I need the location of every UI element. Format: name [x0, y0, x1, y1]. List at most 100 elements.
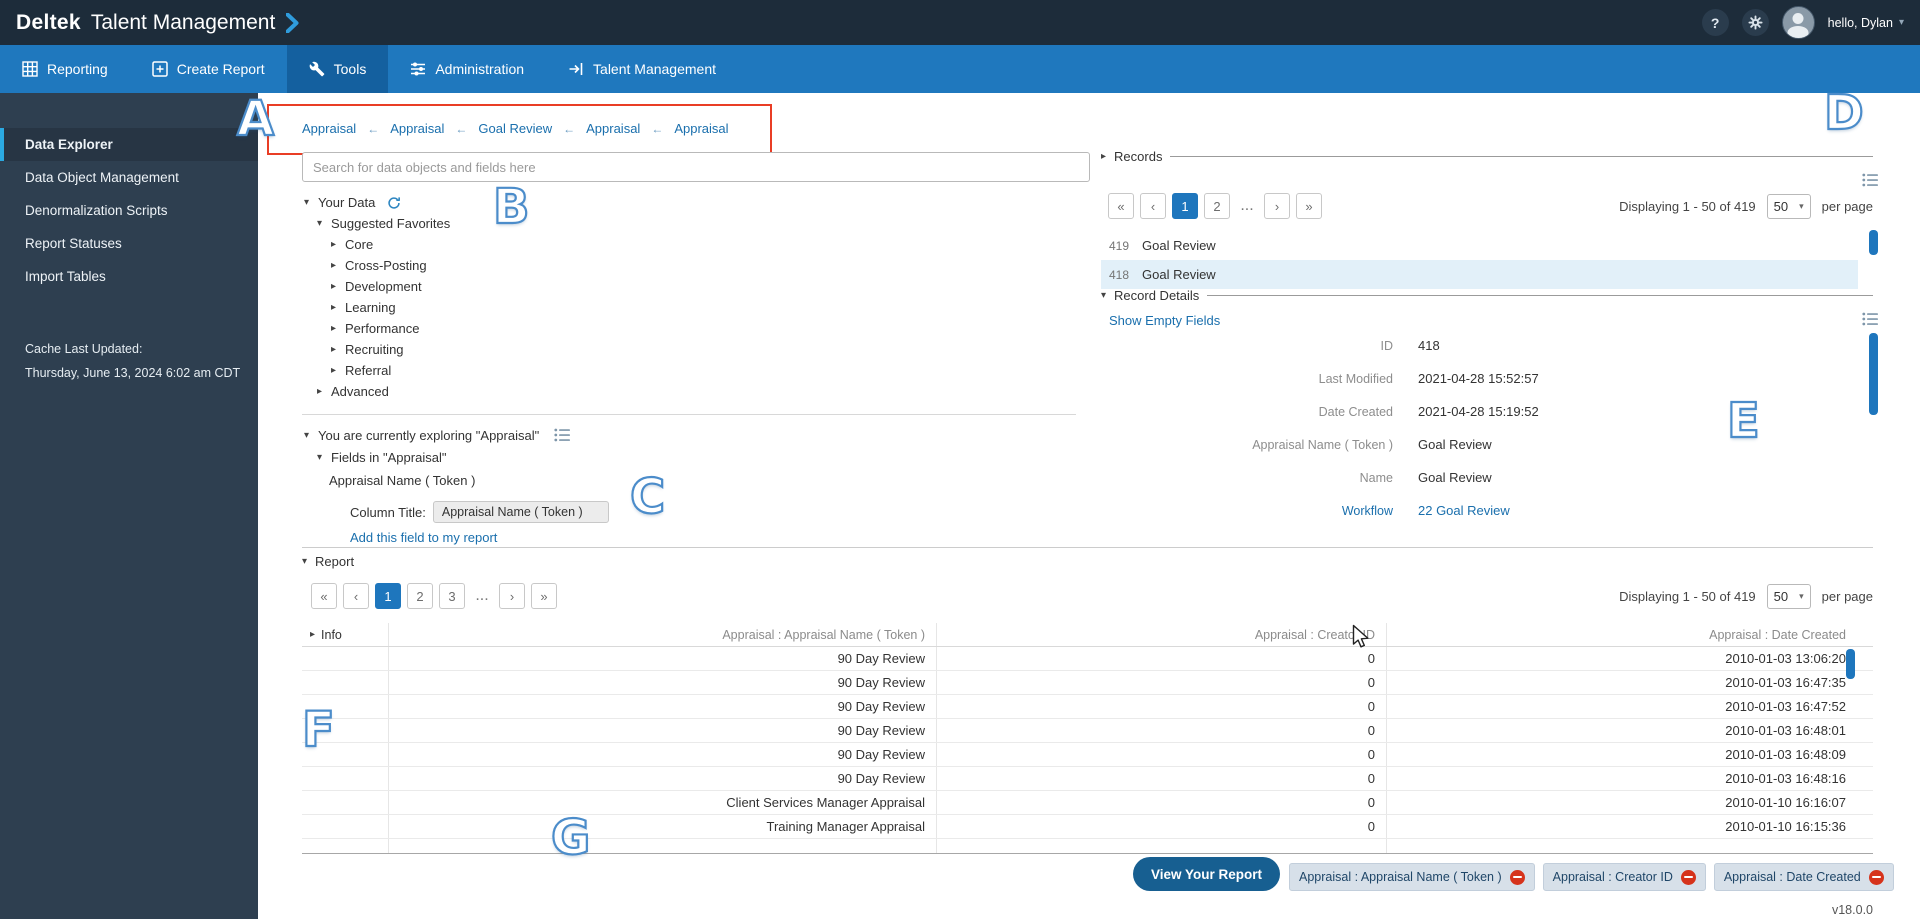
- collapse-icon[interactable]: ▸: [329, 239, 338, 250]
- record-details-list-icon[interactable]: [1862, 312, 1878, 326]
- user-avatar[interactable]: [1782, 6, 1815, 39]
- expand-icon[interactable]: ▾: [1101, 290, 1106, 301]
- tree-item-development[interactable]: ▸ Development: [329, 276, 450, 297]
- view-your-report-button[interactable]: View Your Report: [1133, 857, 1280, 891]
- field-chip-date-created[interactable]: Appraisal : Date Created: [1714, 863, 1894, 891]
- collapse-icon[interactable]: ▸: [329, 365, 338, 376]
- field-chip-creator-id[interactable]: Appraisal : Creator ID: [1543, 863, 1706, 891]
- detail-value[interactable]: 22 Goal Review: [1418, 503, 1510, 518]
- collapse-icon[interactable]: ▸: [329, 302, 338, 313]
- report-table-row[interactable]: Client Services Manager Appraisal 0 2010…: [302, 791, 1873, 815]
- records-first-page-button[interactable]: «: [1108, 193, 1134, 219]
- add-field-link[interactable]: Add this field to my report: [350, 530, 497, 545]
- column-header-creator-id[interactable]: Appraisal : Creator ID: [936, 623, 1386, 646]
- report-last-page-button[interactable]: »: [531, 583, 557, 609]
- field-chip-appraisal-name[interactable]: Appraisal : Appraisal Name ( Token ): [1289, 863, 1535, 891]
- sidebar-item-data-object-management[interactable]: Data Object Management: [0, 161, 258, 194]
- record-row-419[interactable]: 419 Goal Review: [1101, 231, 1858, 260]
- expand-icon[interactable]: ▾: [302, 556, 307, 567]
- search-input[interactable]: [302, 152, 1090, 182]
- tree-item-advanced[interactable]: ▸ Advanced: [315, 381, 450, 402]
- info-column-header[interactable]: ▸ Info: [302, 623, 388, 646]
- records-per-page-select[interactable]: 50 ▾: [1767, 194, 1811, 219]
- breadcrumb: Appraisal ← Appraisal ← Goal Review ← Ap…: [302, 121, 729, 136]
- report-table-row[interactable]: 90 Day Review 0 2010-01-03 16:48:09: [302, 743, 1873, 767]
- settings-button[interactable]: [1742, 9, 1769, 36]
- breadcrumb-item[interactable]: Goal Review: [478, 121, 552, 136]
- column-header-date-created[interactable]: Appraisal : Date Created: [1386, 623, 1873, 646]
- cell-creator-id: 0: [1368, 723, 1375, 738]
- collapse-icon[interactable]: ▸: [329, 323, 338, 334]
- breadcrumb-item[interactable]: Appraisal: [390, 121, 444, 136]
- tab-create-report[interactable]: Create Report: [130, 45, 287, 93]
- report-table-row[interactable]: Training Manager Appraisal 0 2010-01-10 …: [302, 815, 1873, 839]
- column-title-input[interactable]: [433, 501, 609, 523]
- user-menu[interactable]: hello, Dylan ▾: [1828, 16, 1904, 30]
- collapse-icon[interactable]: ▸: [329, 281, 338, 292]
- tree-item-learning[interactable]: ▸ Learning: [329, 297, 450, 318]
- report-page-2-button[interactable]: 2: [407, 583, 433, 609]
- help-button[interactable]: ?: [1702, 9, 1729, 36]
- records-page-2-button[interactable]: 2: [1204, 193, 1230, 219]
- remove-field-icon[interactable]: [1510, 870, 1525, 885]
- breadcrumb-item[interactable]: Appraisal: [586, 121, 640, 136]
- records-next-page-button[interactable]: ›: [1264, 193, 1290, 219]
- column-header-label: Appraisal : Date Created: [1709, 628, 1846, 642]
- tree-item-referral[interactable]: ▸ Referral: [329, 360, 450, 381]
- records-last-page-button[interactable]: »: [1296, 193, 1322, 219]
- show-empty-fields-link[interactable]: Show Empty Fields: [1109, 313, 1220, 328]
- tree-item-core[interactable]: ▸ Core: [329, 234, 450, 255]
- tree-item-recruiting[interactable]: ▸ Recruiting: [329, 339, 450, 360]
- records-prev-page-button[interactable]: ‹: [1140, 193, 1166, 219]
- report-table-row[interactable]: 90 Day Review 0 2010-01-03 16:47:52: [302, 695, 1873, 719]
- expand-icon[interactable]: ▾: [315, 452, 324, 463]
- tree-item-label: Development: [345, 279, 422, 294]
- records-list-icon[interactable]: [1862, 173, 1878, 187]
- expand-icon[interactable]: ▾: [302, 197, 311, 208]
- collapse-icon[interactable]: ▸: [329, 344, 338, 355]
- sidebar-item-import-tables[interactable]: Import Tables: [0, 260, 258, 293]
- refresh-icon[interactable]: [387, 196, 401, 210]
- report-table-row[interactable]: 90 Day Review 0 2010-01-03 16:48:01: [302, 719, 1873, 743]
- list-icon[interactable]: [554, 428, 570, 442]
- expand-icon[interactable]: ▾: [302, 430, 311, 441]
- records-scrollbar-thumb[interactable]: [1869, 230, 1878, 255]
- collapse-icon[interactable]: ▸: [1101, 151, 1106, 162]
- tree-item-performance[interactable]: ▸ Performance: [329, 318, 450, 339]
- breadcrumb-item[interactable]: Appraisal: [302, 121, 356, 136]
- tab-reporting[interactable]: Reporting: [0, 45, 130, 93]
- cell-appraisal-name: 90 Day Review: [838, 723, 925, 738]
- breadcrumb-item[interactable]: Appraisal: [674, 121, 728, 136]
- tab-talent-management[interactable]: Talent Management: [546, 45, 738, 93]
- collapse-icon[interactable]: ▸: [315, 386, 324, 397]
- report-table-row[interactable]: 90 Day Review 0 2010-01-03 13:06:20: [302, 647, 1873, 671]
- records-page-1-button[interactable]: 1: [1172, 193, 1198, 219]
- tree-item-your-data[interactable]: ▾ Your Data: [302, 192, 450, 213]
- report-table-row[interactable]: 90 Day Review 0 2010-01-03 16:48:16: [302, 767, 1873, 791]
- sidebar-item-data-explorer[interactable]: Data Explorer: [0, 128, 258, 161]
- collapse-icon[interactable]: ▸: [310, 629, 315, 640]
- report-next-page-button[interactable]: ›: [499, 583, 525, 609]
- column-header-appraisal-name[interactable]: Appraisal : Appraisal Name ( Token ): [388, 623, 936, 646]
- record-details-scrollbar-thumb[interactable]: [1869, 333, 1878, 415]
- report-prev-page-button[interactable]: ‹: [343, 583, 369, 609]
- report-first-page-button[interactable]: «: [311, 583, 337, 609]
- report-page-1-button[interactable]: 1: [375, 583, 401, 609]
- sidebar-item-report-statuses[interactable]: Report Statuses: [0, 227, 258, 260]
- tree-item-cross-posting[interactable]: ▸ Cross-Posting: [329, 255, 450, 276]
- remove-field-icon[interactable]: [1869, 870, 1884, 885]
- report-table-row[interactable]: 90 Day Review 0 2010-01-03 16:47:35: [302, 671, 1873, 695]
- report-per-page-select[interactable]: 50 ▾: [1767, 584, 1811, 609]
- tab-administration[interactable]: Administration: [388, 45, 546, 93]
- sidebar-item-denormalization-scripts[interactable]: Denormalization Scripts: [0, 194, 258, 227]
- record-row-418[interactable]: 418 Goal Review: [1101, 260, 1858, 289]
- tree-item-suggested-favorites[interactable]: ▾ Suggested Favorites: [315, 213, 450, 234]
- expand-icon[interactable]: ▾: [315, 218, 324, 229]
- collapse-icon[interactable]: ▸: [329, 260, 338, 271]
- workflow-link[interactable]: Workflow: [1101, 504, 1393, 518]
- report-table-scrollbar-thumb[interactable]: [1846, 649, 1855, 679]
- report-page-3-button[interactable]: 3: [439, 583, 465, 609]
- tab-tools[interactable]: Tools: [287, 45, 389, 93]
- field-name[interactable]: Appraisal Name ( Token ): [329, 473, 475, 488]
- remove-field-icon[interactable]: [1681, 870, 1696, 885]
